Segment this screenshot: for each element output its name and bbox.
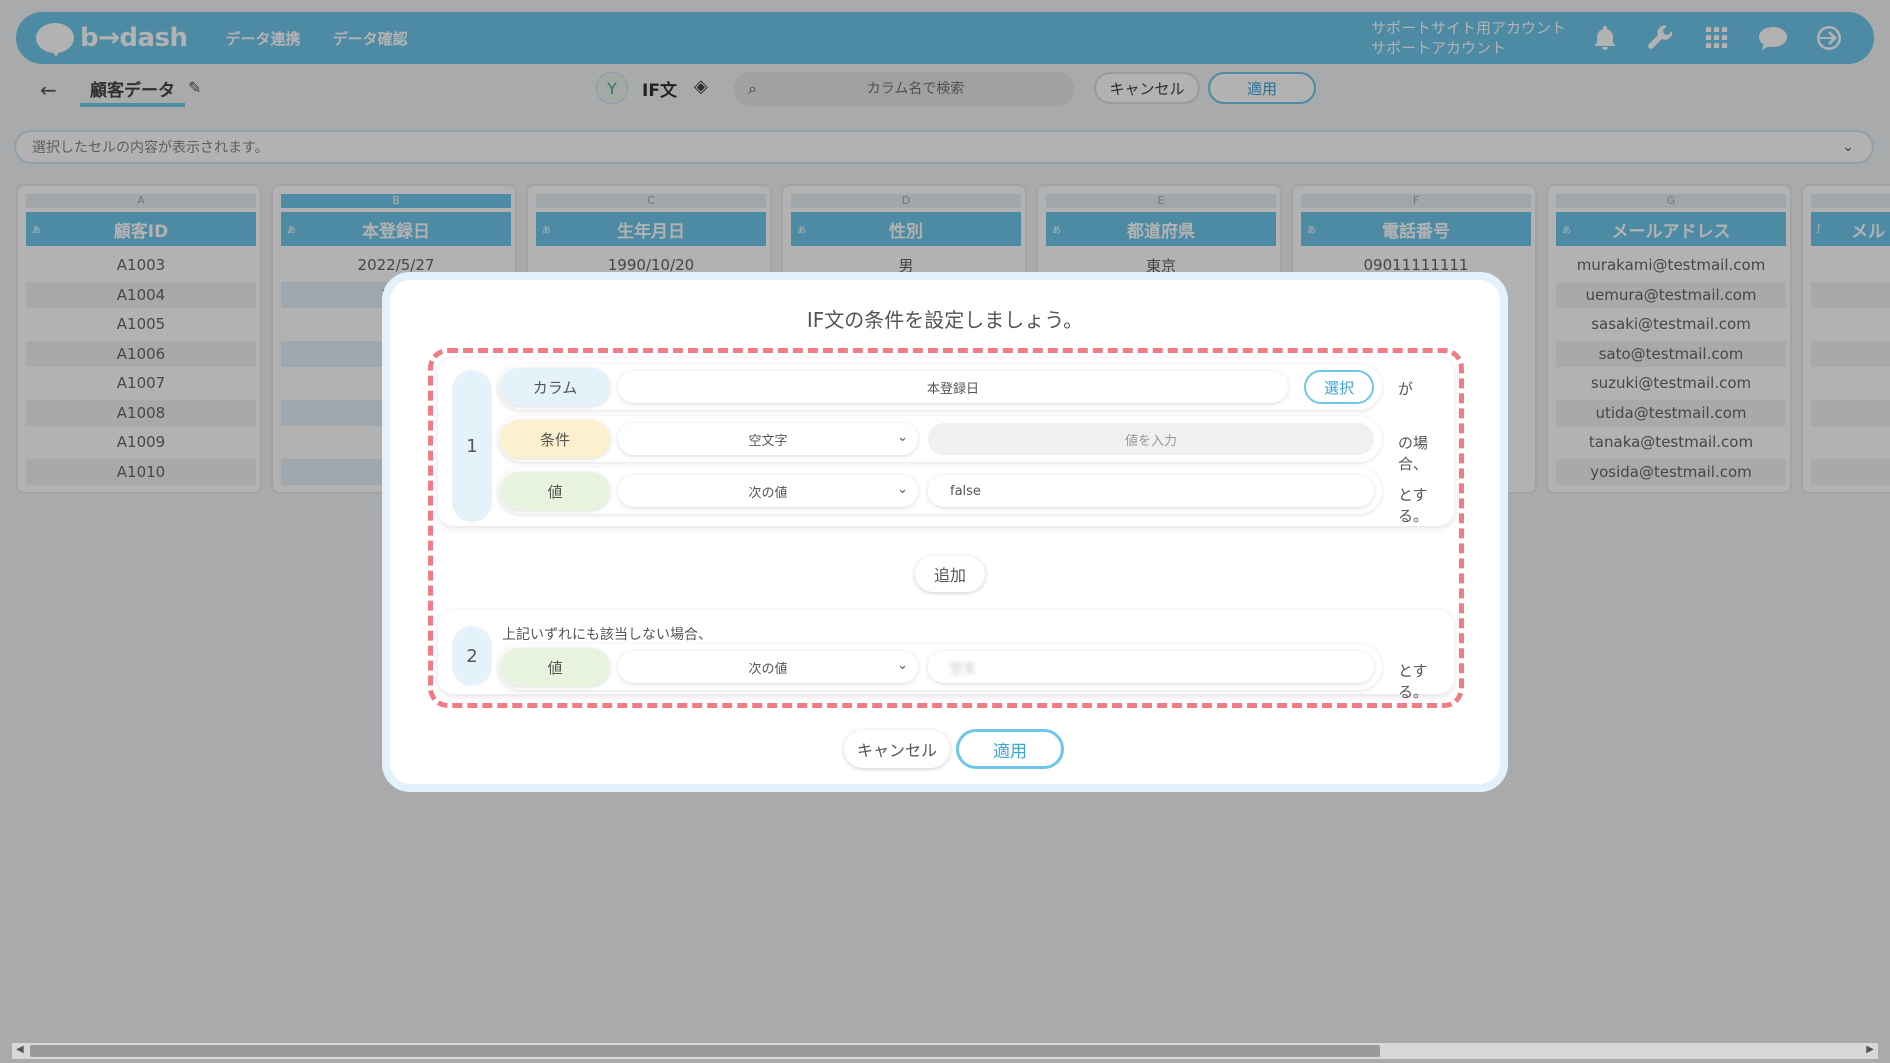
chevron-down-icon: ⌄ [897,482,908,497]
if-condition-modal: IF文の条件を設定しましょう。 1 カラム 本登録日 選択 が 条件 空文字 ⌄… [382,272,1508,792]
chevron-down-icon: ⌄ [897,430,908,445]
else-text: 上記いずれにも該当しない場合、 [502,627,712,643]
rule-number: 2 [452,626,492,686]
app: b→dash データ連携 データ確認 サポートサイト用アカウント サポートアカウ… [0,0,1890,1063]
scrollbar-thumb[interactable] [30,1045,1380,1057]
modal-cancel-button[interactable]: キャンセル [844,730,950,768]
condition-label: 条件 [500,420,610,458]
else-value-label: 値 [500,648,610,686]
rule-card-2: 2 上記いずれにも該当しない場合、 値 次の値 ⌄ 空文 とする。 [438,610,1454,701]
suffix-case: の場合、 [1398,434,1429,473]
value-label: 値 [500,472,610,510]
modal-apply-button[interactable]: 適用 [956,729,1064,769]
column-label: カラム [500,368,610,406]
rule-card-1: 1 カラム 本登録日 選択 が 条件 空文字 ⌄ 値を入力 の場合、 値 次の値… [438,358,1454,526]
else-value-input[interactable]: 空文 [928,651,1374,683]
else-value-blurred: 空文 [950,661,977,677]
scroll-right-icon[interactable]: ▶ [1866,1044,1874,1055]
condition-select[interactable]: 空文字 ⌄ [618,423,918,455]
suffix-suru: とする。 [1398,486,1429,525]
value-input[interactable]: false [928,475,1374,507]
else-value-type-select-value: 次の値 [748,661,788,677]
value-type-select[interactable]: 次の値 ⌄ [618,475,918,507]
horizontal-scrollbar[interactable]: ◀ ▶ [12,1043,1878,1059]
select-column-button[interactable]: 選択 [1304,370,1374,404]
condition-select-value: 空文字 [748,433,788,449]
suffix-ga: が [1398,380,1414,398]
modal-title: IF文の条件を設定しましょう。 [806,308,1084,332]
else-value-type-select[interactable]: 次の値 ⌄ [618,651,918,683]
else-suffix-suru: とする。 [1398,662,1429,701]
condition-value-input[interactable]: 値を入力 [928,423,1374,455]
add-rule-button[interactable]: 追加 [915,556,985,592]
chevron-down-icon: ⌄ [897,658,908,673]
column-value-field[interactable]: 本登録日 [618,371,1288,403]
scroll-left-icon[interactable]: ◀ [16,1044,24,1055]
value-type-select-value: 次の値 [748,485,788,501]
rule-number: 1 [452,370,492,522]
